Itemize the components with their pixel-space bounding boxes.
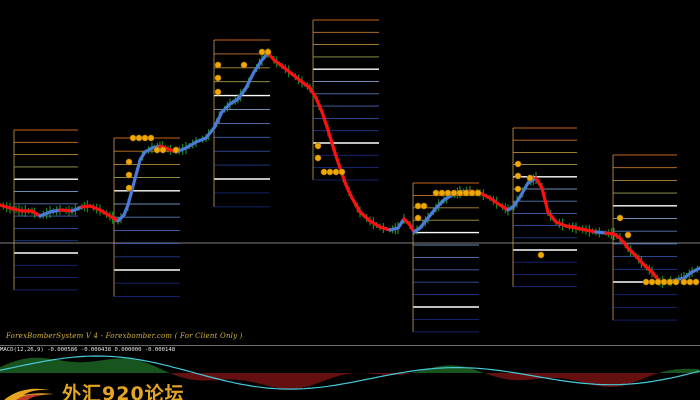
signal-marker <box>474 189 482 197</box>
forum-watermark-logo: 外汇920论坛 <box>2 381 202 400</box>
signal-marker <box>432 189 440 197</box>
system-footer: ForexBomberSystem V 4 - Forexbomber.com … <box>6 332 243 340</box>
trend-segment <box>344 183 354 200</box>
signal-marker <box>624 231 632 239</box>
signal-marker <box>672 278 680 286</box>
trend-segment <box>488 196 502 207</box>
trend-segment <box>634 254 646 267</box>
signal-marker <box>537 251 545 259</box>
signal-marker <box>314 154 322 162</box>
trend-segment <box>280 64 294 76</box>
signal-marker <box>438 189 446 197</box>
trend-segment <box>332 148 342 170</box>
trend-segment <box>88 204 102 212</box>
signal-marker <box>214 61 222 69</box>
trend-segment <box>478 191 492 200</box>
trend-segment <box>212 110 224 130</box>
signal-marker <box>135 134 143 142</box>
trend-segment <box>418 216 430 230</box>
trend-segment <box>236 86 248 101</box>
signal-marker <box>456 189 464 197</box>
signal-marker <box>264 48 272 56</box>
forum-watermark-text: 外汇920论坛 <box>62 383 185 400</box>
trend-segment <box>38 210 52 218</box>
signal-marker <box>172 146 180 154</box>
signal-marker <box>526 174 534 182</box>
signal-marker <box>462 189 470 197</box>
trend-segment <box>184 140 198 150</box>
trend-segment <box>368 219 382 229</box>
signal-marker <box>129 134 137 142</box>
flame-logo-icon <box>4 388 54 400</box>
signal-marker <box>141 134 149 142</box>
trend-segment <box>290 72 304 84</box>
signal-marker <box>692 278 700 286</box>
signal-marker <box>654 278 662 286</box>
signal-marker <box>450 189 458 197</box>
trend-segment <box>70 205 84 213</box>
signal-marker <box>159 146 167 154</box>
trend-segment <box>434 198 446 210</box>
signal-marker <box>648 278 656 286</box>
signal-marker <box>616 214 624 222</box>
trend-segment <box>220 102 232 114</box>
signal-marker <box>444 189 452 197</box>
trend-segment <box>320 110 330 132</box>
trend-segment <box>204 126 216 140</box>
trend-segment <box>626 246 638 258</box>
signal-marker <box>125 158 133 166</box>
trend-segment <box>194 136 208 144</box>
signal-marker <box>258 48 266 56</box>
signal-marker <box>153 146 161 154</box>
signal-marker <box>338 168 346 176</box>
signal-marker <box>320 168 328 176</box>
signal-marker <box>314 142 322 150</box>
signal-marker <box>240 61 248 69</box>
trend-segment <box>122 203 130 217</box>
signal-marker <box>147 134 155 142</box>
trend-segment <box>244 70 256 90</box>
signal-marker <box>514 172 522 180</box>
trend-segment <box>126 188 134 207</box>
macd-indicator-label: MACD(12,26,9) -0.000586 -0.000438 0.0000… <box>0 347 176 353</box>
trend-segment <box>252 58 264 74</box>
signal-marker <box>514 160 522 168</box>
trend-segment <box>326 128 336 152</box>
trend-segment <box>98 208 112 218</box>
chart-window[interactable]: ForexBomberSystem V 4 - Forexbomber.com … <box>0 0 700 400</box>
signal-marker <box>214 74 222 82</box>
trend-segment <box>540 186 550 214</box>
signal-marker <box>660 278 668 286</box>
signal-marker <box>468 189 476 197</box>
signal-marker <box>514 185 522 193</box>
signal-marker <box>332 168 340 176</box>
trend-segment <box>358 210 372 223</box>
trend-segment <box>134 158 142 177</box>
trend-segment <box>534 176 544 190</box>
trend-segment <box>350 196 362 214</box>
signal-marker <box>125 171 133 179</box>
trend-segment <box>58 208 74 213</box>
signal-marker <box>420 202 428 210</box>
trend-segment <box>518 181 530 199</box>
signal-marker <box>642 278 650 286</box>
signal-marker <box>414 202 422 210</box>
signal-marker <box>666 278 674 286</box>
trend-segment <box>690 266 700 274</box>
trend-segment <box>426 206 438 220</box>
price-chart[interactable] <box>0 0 700 345</box>
signal-marker <box>326 168 334 176</box>
signal-marker <box>686 278 694 286</box>
signal-marker <box>414 214 422 222</box>
signal-marker <box>680 278 688 286</box>
trend-segment <box>8 206 24 213</box>
signal-marker <box>214 88 222 96</box>
signal-marker <box>125 184 133 192</box>
